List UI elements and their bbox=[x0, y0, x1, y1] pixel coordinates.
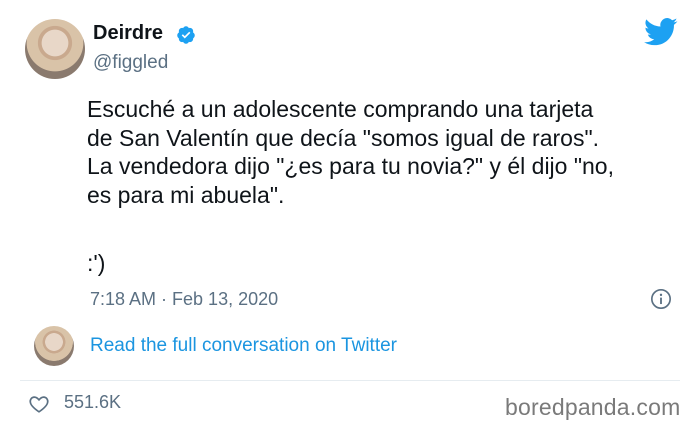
info-icon[interactable] bbox=[650, 288, 672, 310]
like-count: 551.6K bbox=[64, 392, 122, 412]
divider bbox=[20, 380, 680, 381]
tweet-emoticon: :') bbox=[87, 250, 106, 276]
heart-icon[interactable] bbox=[28, 393, 50, 415]
read-conversation-link[interactable]: Read the full conversation on Twitter bbox=[90, 335, 397, 357]
author-avatar[interactable] bbox=[25, 19, 85, 79]
watermark: boredpanda.com bbox=[505, 394, 681, 420]
tweet-timestamp[interactable]: 7:18 AM · Feb 13, 2020 bbox=[90, 289, 278, 310]
reply-avatar bbox=[34, 326, 74, 366]
author-handle[interactable]: @figgled bbox=[93, 52, 168, 74]
twitter-bird-icon[interactable] bbox=[644, 17, 678, 47]
tweet-text: Escuché a un adolescente comprando una t… bbox=[87, 96, 614, 208]
author-name[interactable]: Deirdre bbox=[93, 22, 163, 45]
verified-badge-icon bbox=[177, 26, 195, 44]
